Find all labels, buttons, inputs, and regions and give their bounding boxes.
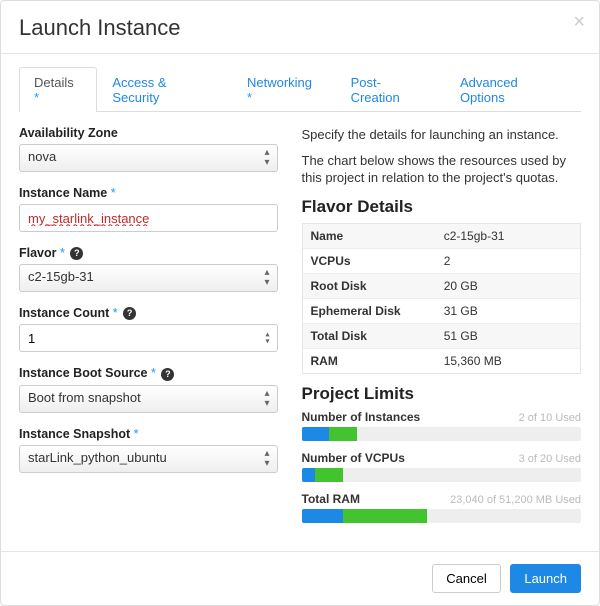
progress-bar xyxy=(302,427,581,441)
progress-bar xyxy=(302,509,581,523)
az-select[interactable]: nova xyxy=(19,144,278,172)
tab-details[interactable]: Details * xyxy=(19,67,97,112)
help-icon[interactable]: ? xyxy=(70,247,83,260)
tab-networking[interactable]: Networking * xyxy=(232,67,336,112)
flavor-select[interactable]: c2-15gb-31 xyxy=(19,264,278,292)
table-row: VCPUs2 xyxy=(303,249,580,274)
instance-name-input[interactable] xyxy=(19,204,278,232)
tab-post-creation[interactable]: Post-Creation xyxy=(336,67,445,112)
launch-instance-modal: Launch Instance × Details * Access & Sec… xyxy=(0,0,600,606)
limit-vcpus: Number of VCPUs3 of 20 Used xyxy=(302,451,581,482)
description-2: The chart below shows the resources used… xyxy=(302,152,581,187)
instance-count-label: Instance Count * ? xyxy=(19,306,278,320)
instance-count-input[interactable] xyxy=(19,324,278,352)
table-row: Ephemeral Disk31 GB xyxy=(303,299,580,324)
bar-added xyxy=(343,509,427,523)
instance-name-label: Instance Name * xyxy=(19,186,278,200)
bar-added xyxy=(315,468,343,482)
limit-instances: Number of Instances2 of 10 Used xyxy=(302,410,581,441)
modal-footer: Cancel Launch xyxy=(1,551,599,605)
bar-current xyxy=(302,427,330,441)
boot-source-select[interactable]: Boot from snapshot xyxy=(19,385,278,413)
cancel-button[interactable]: Cancel xyxy=(432,564,500,593)
tab-access-security[interactable]: Access & Security xyxy=(97,67,232,112)
bar-current xyxy=(302,468,316,482)
snapshot-label: Instance Snapshot * xyxy=(19,427,278,441)
help-icon[interactable]: ? xyxy=(161,368,174,381)
form-column: Availability Zone nova ▴▾ Instance Name … xyxy=(19,126,278,533)
modal-title: Launch Instance xyxy=(19,15,581,41)
bar-current xyxy=(302,509,344,523)
flavor-details-table: Namec2-15gb-31 VCPUs2 Root Disk20 GB Eph… xyxy=(302,223,581,374)
tab-advanced-options[interactable]: Advanced Options xyxy=(445,67,581,112)
launch-button[interactable]: Launch xyxy=(510,564,581,593)
modal-body: Details * Access & Security Networking *… xyxy=(1,66,599,551)
table-row: Total Disk51 GB xyxy=(303,324,580,349)
limit-ram: Total RAM23,040 of 51,200 MB Used xyxy=(302,492,581,523)
project-limits-heading: Project Limits xyxy=(302,384,581,404)
bar-added xyxy=(329,427,357,441)
table-row: RAM15,360 MB xyxy=(303,349,580,373)
progress-bar xyxy=(302,468,581,482)
az-label: Availability Zone xyxy=(19,126,278,140)
snapshot-select[interactable]: starLink_python_ubuntu xyxy=(19,445,278,473)
boot-source-label: Instance Boot Source * ? xyxy=(19,366,278,380)
flavor-details-heading: Flavor Details xyxy=(302,197,581,217)
tabs: Details * Access & Security Networking *… xyxy=(19,66,581,112)
description-1: Specify the details for launching an ins… xyxy=(302,126,581,144)
info-column: Specify the details for launching an ins… xyxy=(302,126,581,533)
modal-header: Launch Instance × xyxy=(1,1,599,54)
help-icon[interactable]: ? xyxy=(123,307,136,320)
table-row: Root Disk20 GB xyxy=(303,274,580,299)
flavor-label: Flavor * ? xyxy=(19,246,278,260)
table-row: Namec2-15gb-31 xyxy=(303,224,580,249)
close-icon[interactable]: × xyxy=(573,11,585,34)
